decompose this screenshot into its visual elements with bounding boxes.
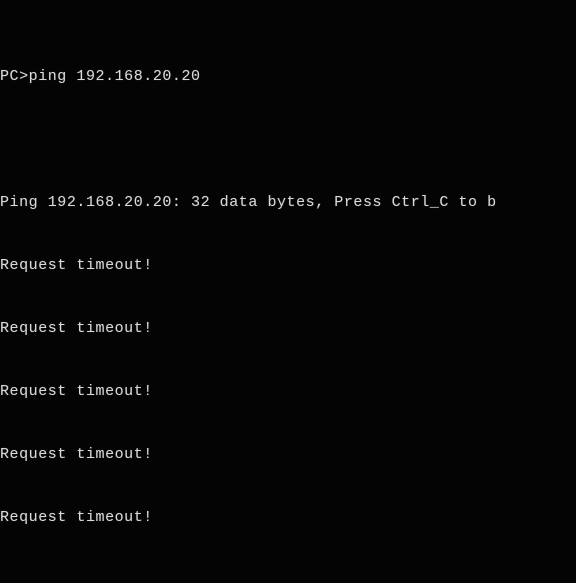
ping-header-line: Ping 192.168.20.20: 32 data bytes, Press… [0,194,497,211]
ping-reply-line: Request timeout! [0,383,153,400]
ping-reply-line: Request timeout! [0,320,153,337]
terminal-window[interactable]: PC>ping 192.168.20.20 Ping 192.168.20.20… [0,0,576,583]
ping-reply-line: Request timeout! [0,446,153,463]
ping-command-line: PC>ping 192.168.20.20 [0,68,201,85]
ping-reply-line: Request timeout! [0,509,153,526]
ping-reply-line: Request timeout! [0,257,153,274]
terminal-screen: PC>ping 192.168.20.20 Ping 192.168.20.20… [0,3,576,583]
